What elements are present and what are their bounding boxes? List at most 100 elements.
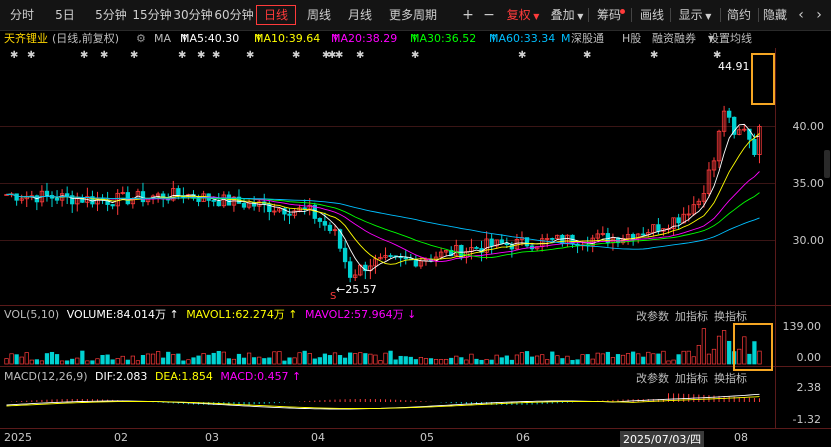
macd-axis-top: 2.38 — [796, 381, 822, 394]
event-marker-icon[interactable]: ✱ — [335, 50, 343, 61]
volume-bar — [418, 357, 424, 365]
volume-bar — [671, 359, 676, 365]
candle-body — [388, 255, 393, 257]
highlight-box-price — [751, 53, 775, 105]
candle-body — [287, 213, 292, 216]
volume-bar — [90, 360, 95, 365]
up-arrow-icon: ↑ — [165, 308, 179, 321]
event-marker-icon[interactable]: ✱ — [650, 50, 658, 61]
volume-bar — [140, 355, 146, 365]
event-marker-icon[interactable]: ✱ — [178, 50, 186, 61]
volume-header: VOL(5,10) VOLUME:84.014万 ↑ MAVOL1:62.274… — [4, 308, 417, 321]
highlight-box-volume — [733, 323, 773, 371]
volume-bar — [201, 353, 206, 365]
volume-bar — [226, 358, 231, 365]
volume-bar — [287, 357, 292, 365]
volume-bar — [216, 350, 221, 365]
volume-bar — [130, 355, 135, 365]
volume-bar — [499, 357, 504, 365]
event-marker-icon[interactable]: ✱ — [356, 50, 364, 61]
volume-bar — [378, 360, 383, 365]
volume-bar — [570, 359, 575, 365]
volume-bar — [65, 360, 70, 365]
volume-bar — [95, 358, 100, 365]
volume-bar — [727, 340, 732, 365]
volume-bar — [514, 354, 520, 365]
vol-switch-indicator-button[interactable]: 换指标 — [714, 308, 747, 324]
volume-bar — [9, 353, 14, 365]
volume-bar — [297, 352, 302, 365]
event-marker-icon[interactable]: ✱ — [27, 50, 35, 61]
candle-body — [656, 224, 661, 232]
event-marker-icon[interactable]: ✱ — [212, 50, 220, 61]
candle-body — [413, 259, 419, 267]
event-marker-icon[interactable]: ✱ — [100, 50, 108, 61]
volume-bar — [150, 353, 156, 365]
volume-bar — [540, 354, 545, 365]
vol-change-params-button[interactable]: 改参数 — [636, 308, 669, 324]
macd-change-params-button[interactable]: 改参数 — [636, 370, 669, 386]
crosshair-date-label: 2025/07/03/四 — [620, 431, 705, 447]
volume-bar — [428, 358, 434, 365]
ma20-line — [6, 171, 760, 263]
candle-body — [403, 257, 408, 260]
volume-bar — [620, 354, 626, 365]
event-marker-icon[interactable]: ✱ — [411, 50, 419, 61]
volume-bar — [383, 352, 388, 365]
candle-body — [641, 233, 646, 236]
volume-bar — [585, 354, 590, 365]
up-arrow-icon: ↑ — [284, 308, 298, 321]
volume-bar — [358, 352, 363, 365]
volume-bar — [19, 356, 24, 365]
macd-add-indicator-button[interactable]: 加指标 — [675, 370, 708, 386]
volume-bar — [24, 352, 29, 365]
event-marker-icon[interactable]: ✱ — [246, 50, 254, 61]
candle-body — [226, 194, 232, 206]
event-marker-icon[interactable]: ✱ — [10, 50, 18, 61]
volume-bar — [666, 360, 671, 365]
volume-bar — [484, 359, 489, 365]
volume-bar — [529, 356, 535, 365]
down-arrow-icon: ↓ — [403, 308, 417, 321]
event-marker-icon[interactable]: ✱ — [292, 50, 300, 61]
event-marker-icon[interactable]: ✱ — [197, 50, 205, 61]
volume-bar — [54, 354, 60, 365]
volume-bar — [246, 352, 252, 365]
volume-bar — [489, 359, 494, 365]
signal-marker-icon: S — [330, 291, 337, 302]
candle-body — [196, 197, 201, 202]
volume-bar — [337, 355, 343, 365]
volume-bar — [34, 359, 39, 365]
volume-bar — [590, 358, 595, 365]
vol-add-indicator-button[interactable]: 加指标 — [675, 308, 708, 324]
volume-bar — [686, 350, 691, 365]
macd-switch-indicator-button[interactable]: 换指标 — [714, 370, 747, 386]
volume-bar — [656, 353, 661, 365]
x-tick: 05 — [420, 431, 434, 444]
volume-bar — [4, 358, 9, 365]
event-marker-icon[interactable]: ✱ — [80, 50, 88, 61]
candle-body — [726, 110, 732, 118]
volume-bar — [29, 359, 34, 365]
candle-body — [327, 224, 333, 231]
volume-bar — [504, 355, 509, 365]
volume-bar — [176, 353, 181, 365]
volume-bar — [706, 353, 712, 365]
volume-bar — [105, 354, 110, 365]
volume-bar — [459, 357, 464, 365]
candle-body — [347, 261, 353, 278]
volume-bar — [550, 351, 555, 365]
event-marker-icon[interactable]: ✱ — [583, 50, 591, 61]
volume-bar — [408, 356, 413, 365]
event-marker-icon[interactable]: ✱ — [518, 50, 526, 61]
volume-bar — [161, 357, 166, 365]
volume-bar — [565, 355, 570, 365]
volume-bar — [479, 359, 484, 365]
volume-bar — [327, 355, 333, 365]
volume-bar — [449, 357, 454, 365]
volume-bar — [676, 354, 681, 365]
event-marker-icon[interactable]: ✱ — [130, 50, 138, 61]
volume-bar — [282, 360, 287, 365]
candle-body — [459, 244, 464, 258]
volume-bar — [277, 351, 282, 365]
